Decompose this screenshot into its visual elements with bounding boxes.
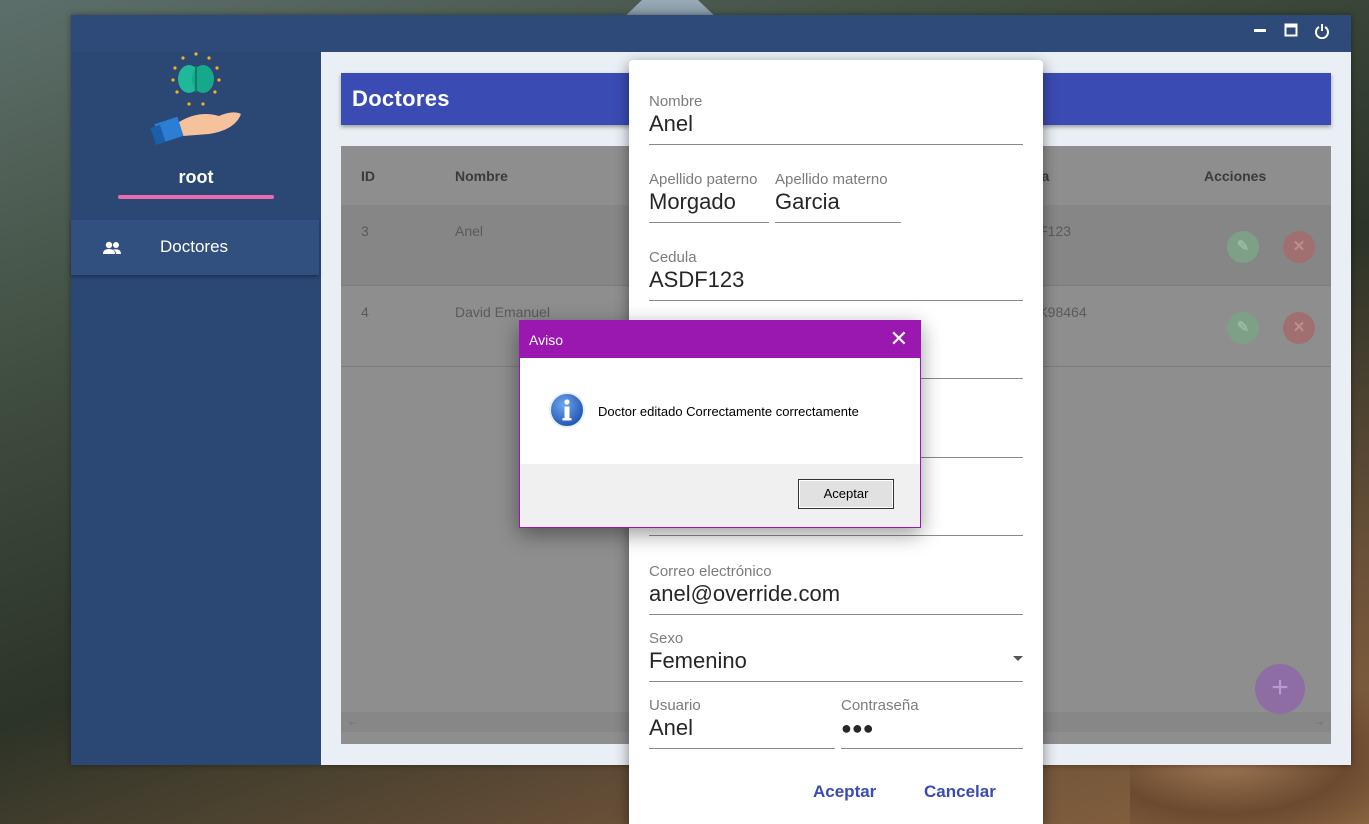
message-box-title: Aviso [529, 332, 563, 348]
brain-hand-logo [149, 52, 243, 148]
apellido-materno-field[interactable]: Apellido materno Garcia [775, 171, 901, 223]
cell-id: 3 [361, 223, 369, 239]
ok-button[interactable]: Aceptar [798, 479, 894, 509]
contrasena-value[interactable]: ●●● [841, 715, 1023, 741]
scroll-right-icon[interactable]: → [1313, 714, 1325, 728]
title-bar [71, 15, 1351, 52]
apellido-paterno-label: Apellido paterno [649, 171, 758, 188]
maximize-icon[interactable] [1281, 23, 1301, 43]
contrasena-label: Contraseña [841, 697, 919, 714]
usuario-field[interactable]: Usuario Anel [649, 697, 835, 749]
user-name: root [178, 167, 214, 187]
info-icon [548, 391, 586, 429]
message-box-title-bar: Aviso ✕ [520, 321, 920, 358]
nombre-label: Nombre [649, 93, 703, 110]
user-underline [118, 195, 274, 199]
apellido-paterno-value[interactable]: Morgado [649, 189, 769, 215]
sexo-label: Sexo [649, 630, 684, 647]
edit-icon[interactable]: ✎ [1227, 231, 1259, 263]
correo-value[interactable]: anel@override.com [649, 581, 1023, 607]
cell-nombre: Anel [455, 223, 484, 239]
column-header-nombre: Nombre [455, 168, 508, 184]
cedula-label: Cedula [649, 249, 697, 266]
delete-icon[interactable]: ✕ [1283, 312, 1315, 344]
cedula-field[interactable]: Cedula ASDF123 [649, 249, 1023, 301]
delete-icon[interactable]: ✕ [1283, 231, 1315, 263]
usuario-label: Usuario [649, 697, 701, 714]
edit-icon[interactable]: ✎ [1227, 312, 1259, 344]
accept-button[interactable]: Aceptar [813, 782, 876, 802]
apellido-materno-value[interactable]: Garcia [775, 189, 901, 215]
apellido-materno-label: Apellido materno [775, 171, 888, 188]
minimize-icon[interactable] [1250, 23, 1270, 43]
apellido-paterno-field[interactable]: Apellido paterno Morgado [649, 171, 769, 223]
column-header-id: ID [361, 168, 375, 184]
add-doctor-button[interactable]: + [1255, 664, 1305, 714]
sidebar: root Doctores [71, 52, 321, 765]
correo-field[interactable]: Correo electrónico anel@override.com [649, 563, 1023, 615]
cell-nombre: David Emanuel [455, 304, 550, 320]
sexo-select[interactable]: Sexo Femenino [649, 630, 1023, 682]
message-box-footer: Aceptar [520, 464, 920, 527]
nombre-field[interactable]: Nombre Anel [649, 93, 1023, 145]
notice-message-box: Aviso ✕ Doctor editado Correctamente cor… [519, 320, 921, 528]
sidebar-item-label: Doctores [160, 237, 229, 256]
hidden-field-underline [649, 535, 1023, 536]
usuario-value[interactable]: Anel [649, 715, 835, 741]
scroll-left-icon[interactable]: ← [347, 714, 359, 728]
chevron-down-icon[interactable] [1013, 656, 1023, 661]
column-header-acciones: Acciones [1204, 168, 1267, 184]
sexo-value[interactable]: Femenino [649, 648, 1023, 674]
cancel-button[interactable]: Cancelar [924, 782, 996, 802]
close-icon[interactable]: ✕ [890, 328, 908, 350]
contrasena-field[interactable]: Contraseña ●●● [841, 697, 1023, 749]
message-text: Doctor editado Correctamente correctamen… [598, 404, 859, 419]
page-title: Doctores [352, 86, 450, 111]
cell-id: 4 [361, 304, 369, 320]
nombre-value[interactable]: Anel [649, 111, 1023, 137]
cedula-value[interactable]: ASDF123 [649, 267, 1023, 293]
power-icon[interactable] [1312, 23, 1332, 43]
sidebar-item-doctores[interactable]: Doctores [71, 220, 319, 275]
people-icon [101, 237, 123, 259]
correo-label: Correo electrónico [649, 563, 772, 580]
